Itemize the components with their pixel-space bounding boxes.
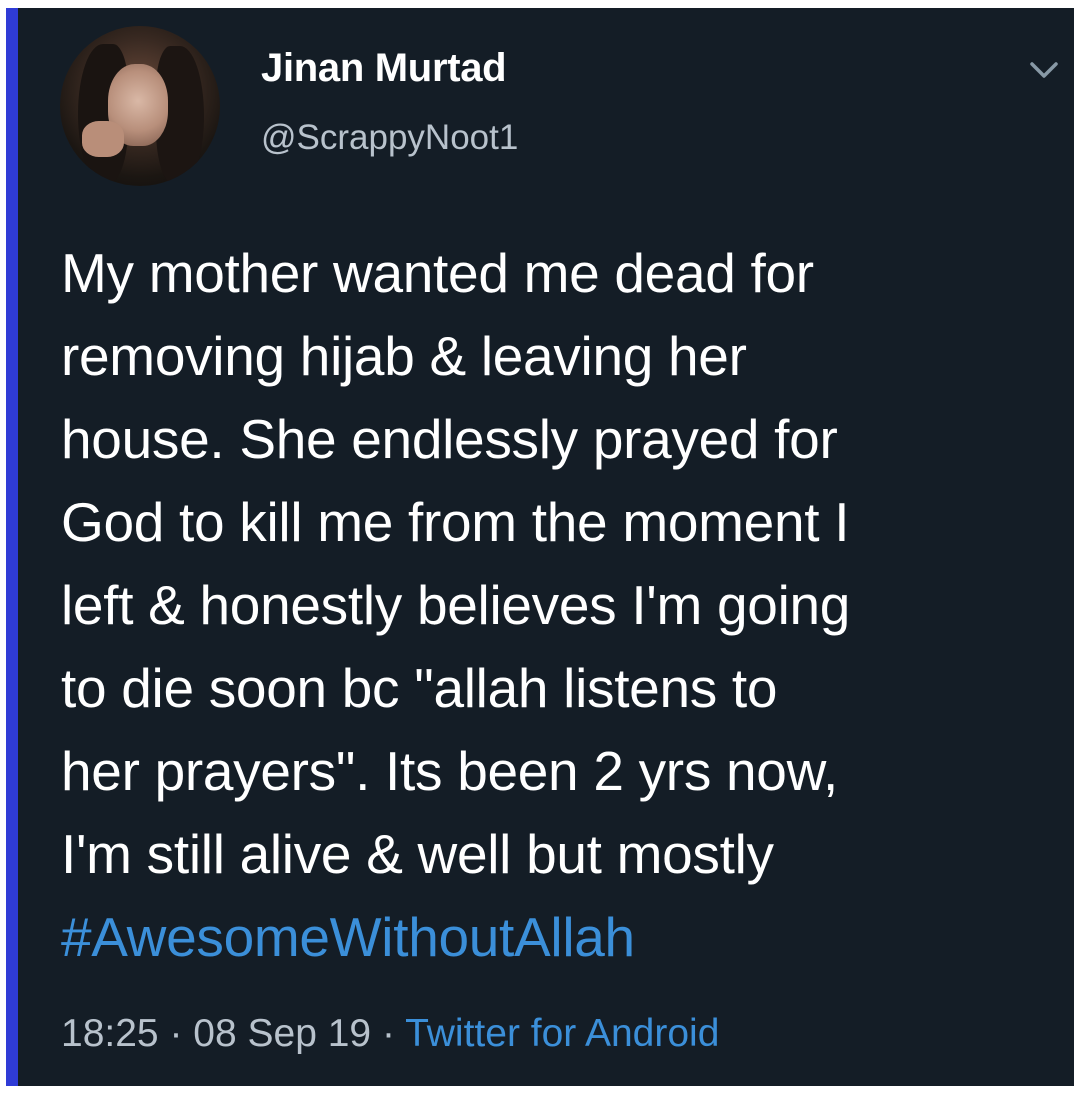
tweet-text-line: left & honestly believes I'm going: [61, 574, 851, 636]
screenshot-frame: Jinan Murtad @ScrappyNoot1 My mother wan…: [0, 0, 1080, 1100]
chevron-down-icon[interactable]: [1024, 52, 1064, 88]
tweet-text: My mother wanted me dead for removing hi…: [61, 232, 1061, 979]
tweet-date[interactable]: 08 Sep 19: [193, 1012, 371, 1055]
tweet-text-line: house. She endlessly prayed for: [61, 408, 838, 470]
tweet-source-link[interactable]: Twitter for Android: [405, 1012, 719, 1055]
tweet-text-line: her prayers". Its been 2 yrs now,: [61, 740, 838, 802]
tweet-text-line: God to kill me from the moment I: [61, 491, 850, 553]
meta-separator: ·: [158, 1012, 194, 1055]
tweet-meta: 18:25 · 08 Sep 19 · Twitter for Android: [61, 1012, 719, 1056]
tweet-text-line: My mother wanted me dead for: [61, 242, 814, 304]
meta-separator: ·: [371, 1012, 406, 1055]
tweet-card: Jinan Murtad @ScrappyNoot1 My mother wan…: [6, 8, 1074, 1086]
avatar[interactable]: [60, 26, 220, 186]
hashtag-link[interactable]: #AwesomeWithoutAllah: [61, 896, 1061, 979]
tweet-text-line: removing hijab & leaving her: [61, 325, 747, 387]
avatar-hand: [82, 121, 124, 157]
author-name[interactable]: Jinan Murtad: [261, 46, 507, 91]
author-handle[interactable]: @ScrappyNoot1: [261, 118, 518, 158]
tweet-time[interactable]: 18:25: [61, 1012, 159, 1055]
tweet-text-line: I'm still alive & well but mostly: [61, 823, 774, 885]
tweet-text-line: to die soon bc "allah listens to: [61, 657, 778, 719]
